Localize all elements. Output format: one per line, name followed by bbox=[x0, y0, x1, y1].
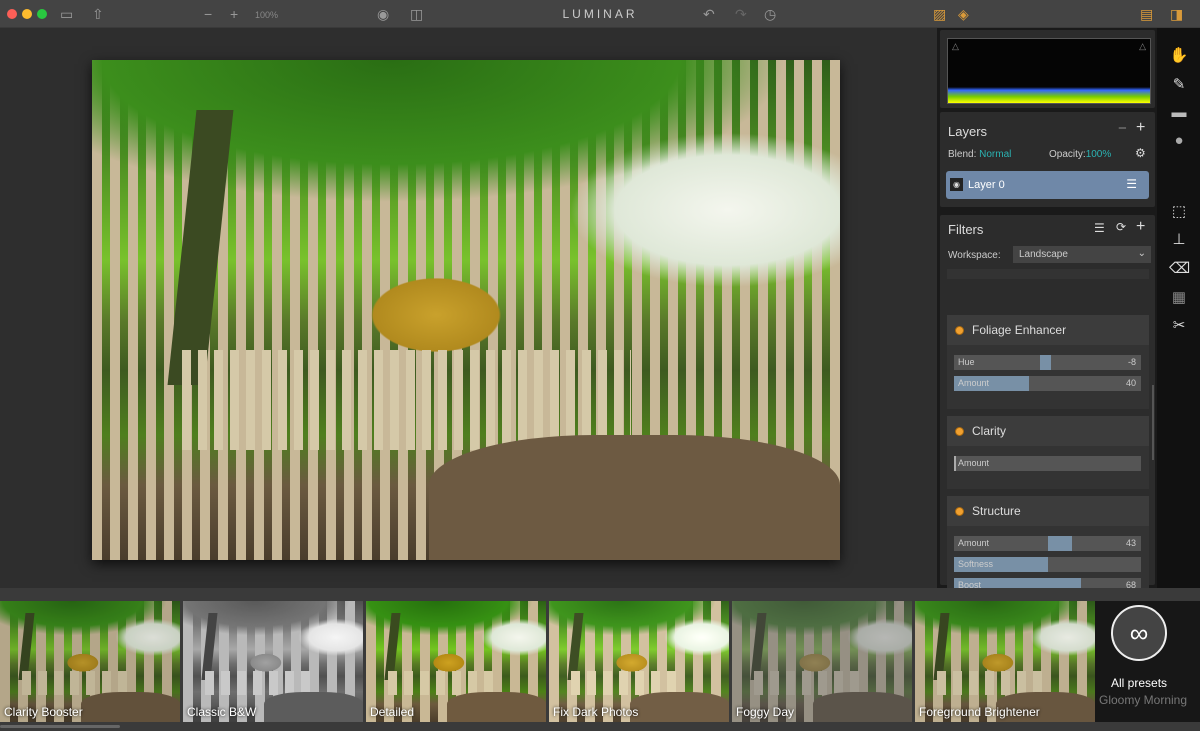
brush-tool-icon[interactable]: ✎ bbox=[1169, 75, 1189, 93]
layers-panel: Layers − + Blend: Normal Opacity:100% ⚙ … bbox=[940, 112, 1155, 207]
filmstrip-scrollbar[interactable] bbox=[0, 725, 120, 728]
highlight-clipping-icon[interactable]: △ bbox=[1139, 41, 1146, 52]
workspace-select[interactable]: Landscape ⌄ bbox=[1013, 246, 1151, 263]
filters-panel: Filters ☰ ⟳ + Workspace: Landscape ⌄ Foli… bbox=[940, 215, 1155, 611]
slider-label: Amount bbox=[958, 458, 990, 468]
preset-name: Foreground Brightener bbox=[919, 705, 1040, 719]
radial-tool-icon[interactable]: ● bbox=[1169, 132, 1189, 149]
layers-title: Layers bbox=[948, 124, 988, 139]
app-title: LUMINAR bbox=[562, 7, 638, 21]
filter-name: Foliage Enhancer bbox=[972, 323, 1067, 337]
add-layer-button[interactable]: + bbox=[1136, 119, 1145, 137]
filter-name: Clarity bbox=[972, 424, 1007, 438]
slider-label: Softness bbox=[958, 559, 994, 569]
layer-settings-gear-icon[interactable]: ⚙ bbox=[1135, 146, 1146, 160]
slider-label: Hue bbox=[958, 357, 975, 367]
filter-toggle-dot[interactable] bbox=[955, 325, 964, 335]
preset-thumbnail[interactable]: Foreground Brightener bbox=[915, 601, 1095, 722]
preset-thumbnail[interactable]: Clarity Booster bbox=[0, 601, 180, 722]
clone-stamp-icon[interactable]: ⊥ bbox=[1169, 230, 1189, 248]
eraser-icon[interactable]: ⌫ bbox=[1169, 259, 1190, 277]
layer-row[interactable]: ◉ Layer 0 ☰ bbox=[946, 171, 1149, 199]
slider-label: Amount bbox=[958, 538, 990, 548]
redo-icon[interactable]: ↷ bbox=[735, 6, 747, 22]
slider-value: -8 bbox=[1127, 357, 1136, 367]
filter-header[interactable]: Structure bbox=[947, 496, 1149, 526]
scissors-icon[interactable]: ✂ bbox=[1169, 316, 1189, 334]
top-toolbar: ▭ ⇧ − + 100% ◉ ◫ LUMINAR ↶ ↷ ◷ ▨ ◈ ▤ ◨ bbox=[0, 0, 1200, 28]
preset-name: Fix Dark Photos bbox=[553, 705, 639, 719]
preset-name: Detailed bbox=[370, 705, 415, 719]
crop-transform-icon[interactable]: ⬚ bbox=[1169, 202, 1189, 220]
opacity-value[interactable]: 100% bbox=[1086, 149, 1112, 160]
workspace-value: Landscape bbox=[1019, 249, 1068, 260]
preset-thumbnail[interactable]: Classic B&W bbox=[183, 601, 363, 722]
layer-adjust-icon[interactable]: ☰ bbox=[1126, 177, 1137, 191]
opacity-label: Opacity: bbox=[1049, 149, 1086, 160]
filter-name: Structure bbox=[972, 504, 1021, 518]
slider-label: Amount bbox=[958, 378, 990, 388]
layer-name: Layer 0 bbox=[968, 179, 1005, 191]
filter-card: Clarity Amount bbox=[947, 416, 1149, 489]
preset-name: Classic B&W bbox=[187, 705, 257, 719]
filter-list-icon[interactable]: ☰ bbox=[1094, 221, 1105, 235]
blend-label: Blend: bbox=[948, 149, 977, 160]
preset-thumbnail[interactable]: Detailed bbox=[366, 601, 546, 722]
slider-hue[interactable]: Hue -8 bbox=[954, 355, 1141, 370]
presets-filmstrip: Clarity Booster Classic B&W Detailed Fix Da… bbox=[0, 588, 1200, 731]
all-presets-label: All presets bbox=[1111, 676, 1168, 690]
layers-icon[interactable]: ◈ bbox=[958, 6, 969, 22]
slider-value: 40 bbox=[1125, 378, 1136, 388]
slider-value: 43 bbox=[1125, 538, 1136, 548]
slider-amount[interactable]: Amount 40 bbox=[954, 376, 1141, 391]
right-panel: △ △ Layers − + Blend: Normal Opacity:100… bbox=[937, 28, 1157, 611]
tool-strip: ✋ ✎ ▬ ● ⬚ ⊥ ⌫ ▦ ✂ bbox=[1157, 28, 1200, 588]
layer-visibility-eye-icon[interactable]: ◉ bbox=[950, 178, 963, 191]
slider-softness[interactable]: Softness bbox=[954, 557, 1141, 572]
slider-amount[interactable]: Amount bbox=[954, 456, 1141, 471]
refresh-icon[interactable]: ⟳ bbox=[1116, 220, 1126, 234]
filter-header[interactable]: Foliage Enhancer bbox=[947, 315, 1149, 345]
gradient-tool-icon[interactable]: ▬ bbox=[1169, 104, 1189, 121]
histogram: △ △ bbox=[947, 38, 1151, 104]
filter-header[interactable]: Clarity bbox=[947, 416, 1149, 446]
add-filter-button[interactable]: + bbox=[1136, 218, 1145, 236]
noise-icon[interactable]: ▦ bbox=[1169, 288, 1189, 306]
sidebar-layout-icon[interactable]: ◨ bbox=[1170, 6, 1183, 22]
filters-title: Filters bbox=[948, 222, 984, 237]
main-photo[interactable] bbox=[92, 60, 840, 560]
chevron-down-icon: ⌄ bbox=[1137, 248, 1146, 259]
filter-toggle-dot[interactable] bbox=[955, 426, 964, 436]
filter-card: Foliage Enhancer Hue -8 Amount 40 bbox=[947, 315, 1149, 409]
shadow-clipping-icon[interactable]: △ bbox=[952, 41, 959, 52]
workspace-label: Workspace: bbox=[948, 250, 1001, 261]
filters-scrollbar[interactable] bbox=[1152, 385, 1154, 460]
filmstrip-layout-icon[interactable]: ▤ bbox=[1140, 6, 1153, 22]
histogram-panel: △ △ bbox=[940, 30, 1155, 108]
infinity-icon: ∞ bbox=[1111, 605, 1167, 661]
filter-toggle-dot[interactable] bbox=[955, 506, 964, 516]
preset-name: Clarity Booster bbox=[4, 705, 83, 719]
image-icon[interactable]: ▨ bbox=[933, 6, 946, 22]
remove-layer-button[interactable]: − bbox=[1118, 120, 1127, 137]
preset-thumbnail[interactable]: Fix Dark Photos bbox=[549, 601, 729, 722]
undo-icon[interactable]: ↶ bbox=[703, 6, 715, 22]
preset-name: Foggy Day bbox=[736, 705, 795, 719]
history-icon[interactable]: ◷ bbox=[764, 6, 776, 22]
blend-mode-select[interactable]: Normal bbox=[979, 149, 1011, 160]
all-presets-button[interactable]: ∞ All presets Gloomy Morning bbox=[1095, 601, 1200, 722]
slider-amount[interactable]: Amount 43 bbox=[954, 536, 1141, 551]
next-preset-label: Gloomy Morning bbox=[1099, 693, 1188, 707]
preset-thumbnail[interactable]: Foggy Day bbox=[732, 601, 912, 722]
hand-tool-icon[interactable]: ✋ bbox=[1169, 46, 1189, 64]
